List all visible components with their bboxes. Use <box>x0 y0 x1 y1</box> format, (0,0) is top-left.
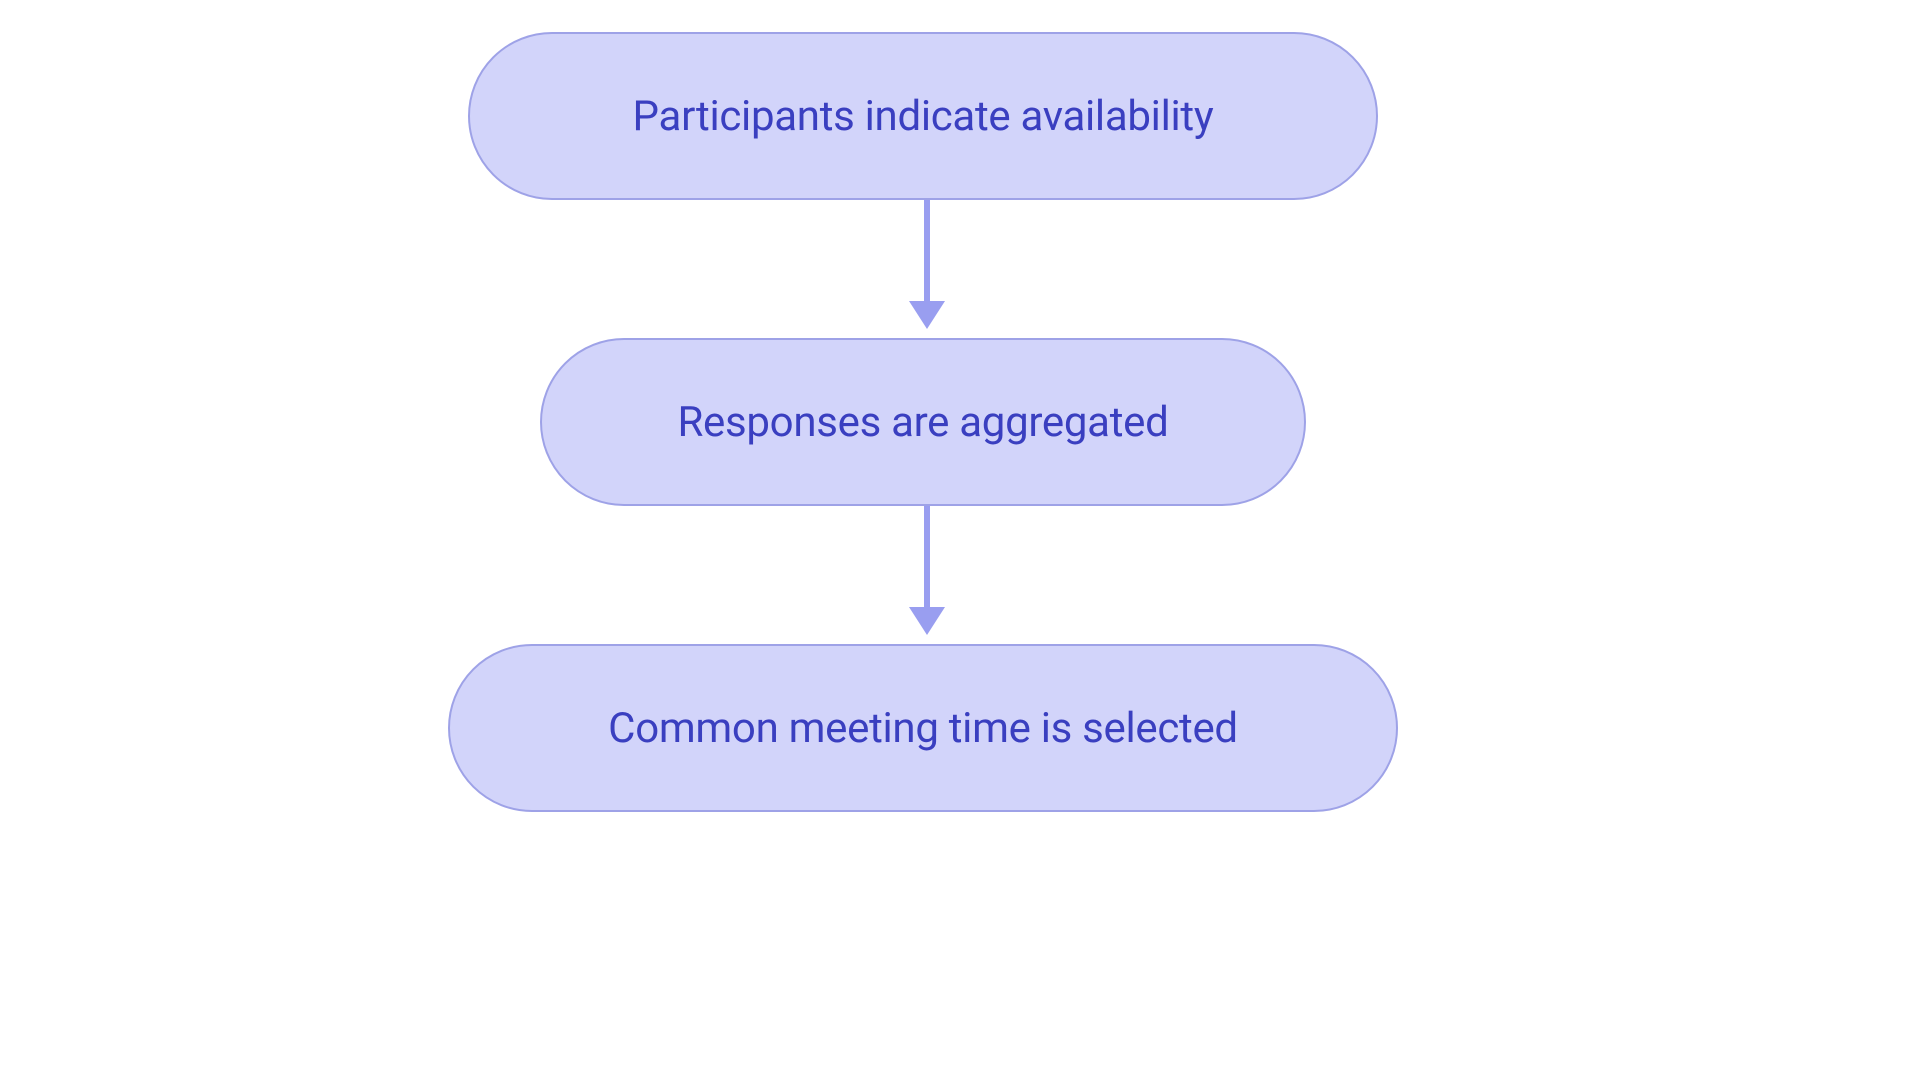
flow-node-1: Participants indicate availability <box>468 32 1378 200</box>
flow-arrow-2 <box>909 506 945 635</box>
arrow-head-icon <box>909 607 945 635</box>
flow-node-2-label: Responses are aggregated <box>677 398 1168 447</box>
arrow-line <box>924 506 930 608</box>
flow-node-2: Responses are aggregated <box>540 338 1306 506</box>
flow-node-1-label: Participants indicate availability <box>633 92 1214 141</box>
arrow-head-icon <box>909 301 945 329</box>
flow-node-3: Common meeting time is selected <box>448 644 1398 812</box>
flow-arrow-1 <box>909 200 945 329</box>
arrow-line <box>924 200 930 302</box>
flow-node-3-label: Common meeting time is selected <box>608 704 1238 753</box>
